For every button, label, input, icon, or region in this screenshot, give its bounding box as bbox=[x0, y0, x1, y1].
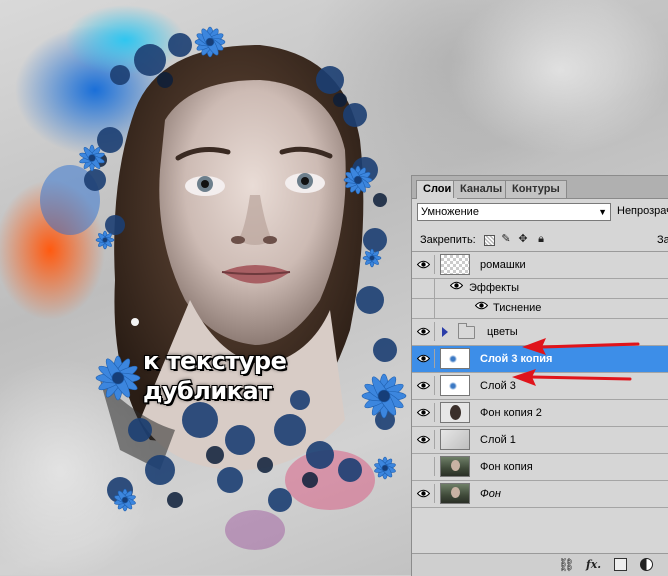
visibility-eye-icon[interactable] bbox=[414, 349, 435, 368]
layer-row-background[interactable]: Фон bbox=[412, 481, 668, 508]
blend-mode-row: Умножение ▼ Непрозрачн bbox=[417, 203, 668, 223]
effect-eye-icon bbox=[474, 301, 489, 313]
visibility-toggle-empty[interactable] bbox=[414, 457, 435, 476]
lock-row: Закрепить: ✎ ✥ 🔒︎ Зал bbox=[420, 232, 668, 250]
layer-row[interactable]: Фон копия bbox=[412, 454, 668, 481]
layer-thumbnail bbox=[440, 456, 470, 477]
layer-row[interactable]: ромашки bbox=[412, 252, 668, 279]
visibility-eye-icon[interactable] bbox=[414, 403, 435, 422]
panel-tabs: Слои Каналы Контуры bbox=[412, 176, 668, 199]
visibility-eye-icon[interactable] bbox=[414, 430, 435, 449]
annotation-arrow-icon bbox=[512, 369, 632, 386]
blend-mode-select[interactable]: Умножение ▼ bbox=[417, 203, 611, 221]
fx-button[interactable]: fx. bbox=[586, 557, 601, 573]
expand-triangle-icon[interactable] bbox=[442, 327, 448, 337]
layer-effect-row[interactable]: Тиснение bbox=[412, 299, 668, 319]
layer-thumbnail bbox=[440, 429, 470, 450]
overlay-text-line1: к текстуре bbox=[143, 347, 287, 375]
layer-mask-icon[interactable] bbox=[614, 558, 627, 571]
overlay-text-line2: дубликат bbox=[143, 377, 272, 405]
tab-layers[interactable]: Слои bbox=[416, 180, 459, 199]
layer-name: Фон копия 2 bbox=[480, 407, 542, 419]
layer-effects-row[interactable]: Эффекты bbox=[412, 279, 668, 299]
layer-name: Слой 1 bbox=[480, 434, 516, 446]
blend-mode-value: Умножение bbox=[421, 206, 479, 218]
lock-position-icon[interactable]: ✥ bbox=[517, 233, 529, 245]
link-icon[interactable]: ⛓ bbox=[558, 557, 575, 573]
visibility-eye-icon[interactable] bbox=[414, 255, 435, 274]
layer-name: Фон bbox=[480, 488, 501, 500]
lock-image-pixels-icon[interactable]: ✎ bbox=[500, 233, 512, 245]
opacity-label: Непрозрачн bbox=[617, 205, 668, 217]
layer-row[interactable]: Фон копия 2 bbox=[412, 400, 668, 427]
lock-transparent-pixels-icon[interactable] bbox=[484, 235, 495, 246]
layer-thumbnail bbox=[440, 254, 470, 275]
layer-name: цветы bbox=[487, 326, 518, 338]
layer-thumbnail bbox=[440, 483, 470, 504]
fill-label: Зал bbox=[657, 234, 668, 246]
tab-channels[interactable]: Каналы bbox=[453, 180, 510, 198]
layer-thumbnail bbox=[440, 402, 470, 423]
lock-all-icon[interactable]: 🔒︎ bbox=[535, 233, 547, 245]
layer-name: ромашки bbox=[480, 259, 526, 271]
layer-thumbnail bbox=[440, 348, 470, 369]
visibility-eye-icon[interactable] bbox=[414, 484, 435, 503]
visibility-eye-icon[interactable] bbox=[414, 279, 435, 298]
effect-label: Тиснение bbox=[493, 302, 542, 314]
visibility-eye-icon[interactable] bbox=[414, 322, 435, 341]
tab-paths[interactable]: Контуры bbox=[505, 180, 567, 198]
visibility-eye-icon[interactable] bbox=[414, 299, 435, 318]
lock-label: Закрепить: bbox=[420, 234, 476, 246]
folder-icon bbox=[458, 323, 475, 339]
chevron-down-icon: ▼ bbox=[598, 207, 607, 217]
visibility-eye-icon[interactable] bbox=[414, 376, 435, 395]
layer-name: Фон копия bbox=[480, 461, 533, 473]
layer-thumbnail bbox=[440, 375, 470, 396]
panel-footer: ⛓ fx. bbox=[412, 553, 668, 576]
adjustment-layer-icon[interactable] bbox=[640, 558, 653, 571]
annotation-arrow-icon bbox=[522, 338, 640, 355]
effects-label: Эффекты bbox=[469, 282, 520, 294]
effects-eye-icon bbox=[449, 281, 464, 293]
layer-row[interactable]: Слой 1 bbox=[412, 427, 668, 454]
